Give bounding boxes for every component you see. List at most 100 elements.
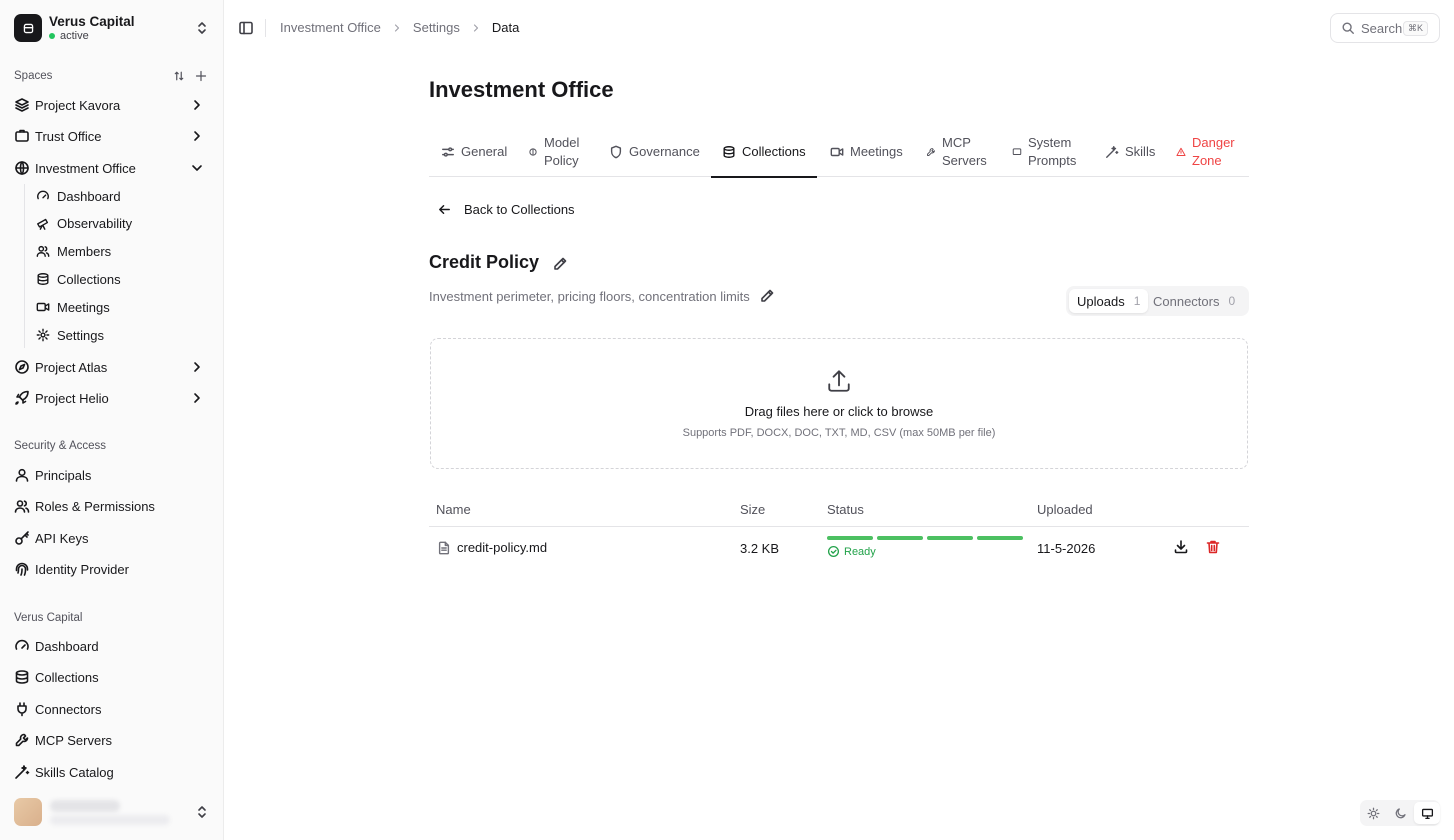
tab-label: Skills: [1125, 143, 1156, 159]
org-logo: [14, 14, 42, 42]
header-divider: [265, 19, 266, 37]
file-dropzone[interactable]: Drag files here or click to browse Suppo…: [430, 338, 1248, 469]
sidebar-item-org-dashboard[interactable]: Dashboard: [14, 634, 210, 658]
tab-label: Danger Zone: [1192, 134, 1235, 168]
sidebar-item-label: Connectors: [35, 701, 102, 717]
building-icon: [15, 129, 29, 142]
sidebar-item-label: MCP Servers: [35, 732, 113, 748]
column-size: Size: [740, 502, 766, 517]
breadcrumb-investment-office[interactable]: Investment Office: [280, 20, 381, 35]
tab-skills[interactable]: Skills: [1105, 126, 1155, 177]
source-segmented-control: Uploads 1 Connectors 0: [1066, 286, 1249, 316]
tab-general[interactable]: General: [441, 126, 507, 177]
sidebar-item-label: API Keys: [35, 530, 89, 546]
sidebar-item-trust-office[interactable]: Trust Office: [14, 124, 210, 148]
tab-danger-zone[interactable]: Danger Zone: [1176, 126, 1238, 177]
download-icon[interactable]: [1173, 539, 1189, 555]
gauge-icon: [15, 639, 29, 650]
sliders-icon: [442, 146, 454, 157]
chevron-right-icon[interactable]: [189, 359, 205, 375]
sidebar-subitem-meetings[interactable]: Meetings: [36, 296, 206, 318]
theme-light-button[interactable]: [1361, 802, 1387, 824]
user-email-redacted: [50, 815, 170, 825]
org-status-text: active: [60, 30, 89, 42]
sidebar-item-investment-office[interactable]: Investment Office: [14, 156, 210, 180]
tab-collections[interactable]: Collections: [711, 126, 817, 178]
tab-label: General: [461, 143, 508, 159]
sidebar-item-label: Project Helio: [35, 390, 109, 406]
plus-icon[interactable]: [195, 70, 207, 82]
sidebar-subitem-label: Meetings: [57, 299, 110, 315]
gauge-icon: [37, 190, 49, 200]
sort-icon[interactable]: [173, 70, 185, 82]
sidebar-subitem-label: Members: [57, 243, 112, 259]
chevron-right-icon[interactable]: [189, 97, 205, 113]
tab-meetings[interactable]: Meetings: [830, 126, 903, 177]
tab-model-policy[interactable]: Model Policy: [528, 126, 588, 177]
progress-segment: [977, 536, 1023, 540]
sidebar-item-api-keys[interactable]: API Keys: [14, 526, 210, 550]
org-section-label: Verus Capital: [14, 612, 83, 624]
arrow-left-icon: [439, 205, 450, 214]
database-icon: [723, 145, 735, 158]
chevrons-up-down-icon[interactable]: [194, 804, 210, 820]
tab-label: Collections: [742, 143, 806, 159]
back-to-collections-link[interactable]: Back to Collections: [437, 202, 575, 217]
sidebar-subitem-dashboard[interactable]: Dashboard: [36, 185, 206, 207]
segment-uploads[interactable]: Uploads 1: [1069, 289, 1149, 313]
collection-title: Credit Policy: [429, 252, 540, 272]
users-icon: [14, 500, 30, 513]
sidebar-item-project-atlas[interactable]: Project Atlas: [14, 355, 210, 379]
file-uploaded-date: 11-5-2026: [1037, 541, 1096, 556]
processing-progress-bar: [827, 536, 1023, 540]
box-icon: [23, 23, 33, 33]
sidebar-item-label: Identity Provider: [35, 561, 129, 577]
settings-tabs: General Model Policy Governance Collecti…: [429, 126, 1249, 178]
segment-connectors[interactable]: Connectors 0: [1145, 289, 1243, 313]
upload-icon: [828, 370, 850, 392]
sidebar-item-org-collections[interactable]: Collections: [14, 665, 210, 689]
user-menu[interactable]: [14, 798, 210, 826]
sidebar-item-project-helio[interactable]: Project Helio: [14, 386, 210, 410]
search-shortcut: ⌘K: [1402, 21, 1428, 36]
sidebar-item-skills-catalog[interactable]: Skills Catalog: [14, 760, 210, 784]
theme-dark-button[interactable]: [1388, 802, 1414, 824]
column-status: Status: [827, 502, 864, 517]
sidebar-subitem-observability[interactable]: Observability: [36, 212, 206, 234]
chevron-right-icon[interactable]: [189, 390, 205, 406]
tab-system-prompts[interactable]: System Prompts: [1012, 126, 1080, 177]
sidebar-item-connectors[interactable]: Connectors: [14, 697, 210, 721]
theme-system-button[interactable]: [1414, 802, 1441, 824]
chevrons-up-down-icon[interactable]: [194, 20, 210, 36]
sidebar-item-identity-provider[interactable]: Identity Provider: [14, 557, 210, 581]
table-row: credit-policy.md 3.2 KB Ready 11-5-2026: [429, 528, 1249, 568]
column-uploaded: Uploaded: [1037, 502, 1093, 517]
chevron-down-icon[interactable]: [189, 160, 205, 176]
sidebar-subitem-members[interactable]: Members: [36, 240, 206, 262]
sidebar-toggle-icon[interactable]: [238, 20, 254, 36]
trash-icon[interactable]: [1205, 539, 1221, 555]
sidebar-item-roles-permissions[interactable]: Roles & Permissions: [14, 494, 210, 518]
sidebar-subitem-collections[interactable]: Collections: [36, 268, 206, 290]
wrench-icon: [927, 147, 935, 156]
file-name[interactable]: credit-policy.md: [457, 540, 547, 555]
wrench-icon: [15, 733, 29, 747]
sidebar-subitem-settings[interactable]: Settings: [36, 324, 206, 346]
status-badge: Ready: [827, 545, 876, 558]
sidebar-item-principals[interactable]: Principals: [14, 463, 210, 487]
tab-mcp-servers[interactable]: MCP Servers: [926, 126, 988, 177]
tab-governance[interactable]: Governance: [609, 126, 700, 177]
breadcrumb-settings[interactable]: Settings: [413, 20, 460, 35]
org-status: active: [49, 30, 89, 42]
chevron-right-icon[interactable]: [189, 128, 205, 144]
sidebar-item-project-kavora[interactable]: Project Kavora: [14, 93, 210, 117]
fingerprint-icon: [15, 562, 29, 576]
org-switcher[interactable]: Verus Capital active: [14, 14, 210, 42]
sidebar-item-label: Skills Catalog: [35, 764, 114, 780]
search-button[interactable]: Search ⌘K: [1330, 13, 1440, 43]
file-size: 3.2 KB: [740, 541, 780, 556]
progress-segment: [927, 536, 973, 540]
edit-title-pencil-icon[interactable]: [552, 256, 568, 272]
edit-description-pencil-icon[interactable]: [759, 288, 775, 304]
sidebar-item-mcp-servers[interactable]: MCP Servers: [14, 728, 210, 752]
